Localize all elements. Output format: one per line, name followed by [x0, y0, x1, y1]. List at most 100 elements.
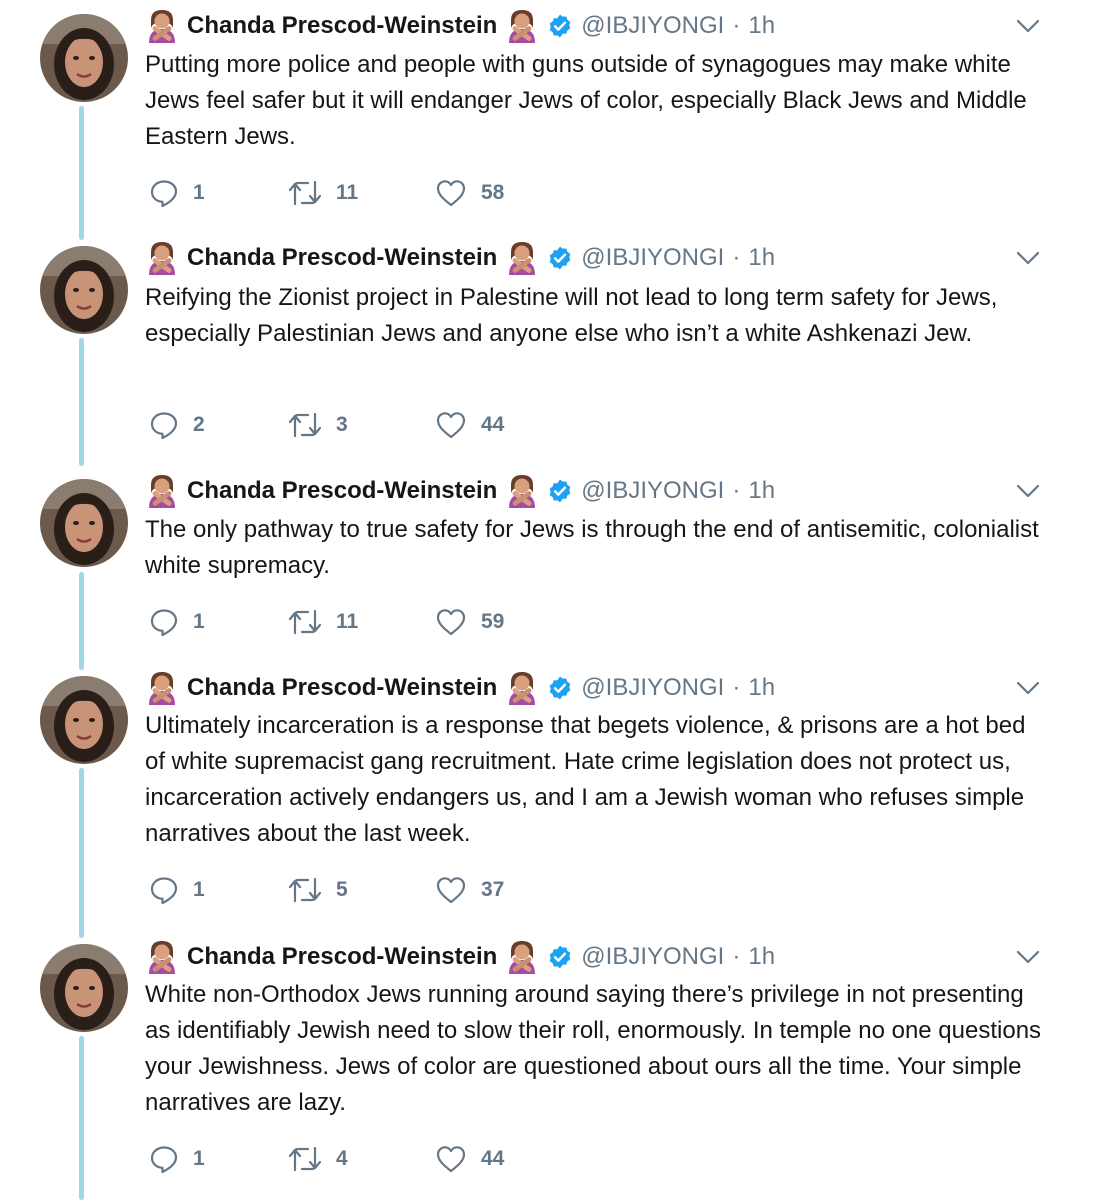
retweet-button[interactable]: 3 — [288, 405, 348, 445]
tweet-header: Chanda Prescod-Weinstein @IBJIYONGI · 1h — [145, 668, 775, 708]
reply-count: 2 — [193, 413, 205, 436]
author-name[interactable]: Chanda Prescod-Weinstein — [187, 244, 497, 272]
person-gesturing-no-emoji — [145, 474, 179, 508]
verified-badge-icon — [547, 944, 573, 970]
tweet-text: White non-Orthodox Jews running around s… — [145, 981, 1042, 1116]
reply-count: 1 — [193, 1147, 205, 1170]
tweet[interactable]: Chanda Prescod-Weinstein @IBJIYONGI · 1h… — [0, 0, 1096, 232]
like-button[interactable]: 44 — [435, 1139, 504, 1179]
tweet-header: Chanda Prescod-Weinstein @IBJIYONGI · 1h — [145, 238, 775, 278]
retweet-count: 11 — [336, 610, 359, 633]
avatar[interactable] — [40, 479, 128, 567]
reply-button[interactable]: 1 — [149, 870, 205, 910]
thread-connector-line — [79, 338, 84, 466]
avatar[interactable] — [40, 14, 128, 102]
tweet-text: The only pathway to true safety for Jews… — [145, 516, 1039, 579]
tweet[interactable]: Chanda Prescod-Weinstein @IBJIYONGI · 1h… — [0, 230, 1096, 466]
retweet-icon — [288, 607, 322, 637]
person-gesturing-no-emoji — [145, 940, 179, 974]
thread-connector-line — [79, 1036, 84, 1200]
reply-button[interactable]: 1 — [149, 602, 205, 642]
reply-count: 1 — [193, 610, 205, 633]
like-count: 37 — [481, 878, 505, 901]
tweet-text: Putting more police and people with guns… — [145, 51, 1027, 150]
tweet[interactable]: Chanda Prescod-Weinstein @IBJIYONGI · 1h… — [0, 660, 1096, 931]
tweet-header: Chanda Prescod-Weinstein @IBJIYONGI · 1h — [145, 6, 775, 46]
reply-icon — [149, 875, 179, 905]
timestamp[interactable]: 1h — [748, 244, 775, 272]
author-name[interactable]: Chanda Prescod-Weinstein — [187, 477, 497, 505]
person-gesturing-no-emoji — [505, 940, 539, 974]
person-gesturing-no-emoji — [505, 474, 539, 508]
reply-button[interactable]: 1 — [149, 173, 205, 213]
separator-dot: · — [732, 943, 741, 970]
retweet-button[interactable]: 4 — [288, 1139, 348, 1179]
author-handle[interactable]: @IBJIYONGI — [581, 943, 724, 971]
author-handle[interactable]: @IBJIYONGI — [581, 477, 724, 505]
retweet-count: 3 — [336, 413, 348, 436]
reply-count: 1 — [193, 878, 205, 901]
tweet[interactable]: Chanda Prescod-Weinstein @IBJIYONGI · 1h… — [0, 928, 1096, 1200]
retweet-count: 11 — [336, 181, 359, 204]
author-handle[interactable]: @IBJIYONGI — [581, 244, 724, 272]
author-handle[interactable]: @IBJIYONGI — [581, 674, 724, 702]
thread-connector-line — [79, 660, 84, 670]
retweet-icon — [288, 178, 322, 208]
reply-button[interactable]: 2 — [149, 405, 205, 445]
reply-icon — [149, 607, 179, 637]
chevron-down-icon[interactable] — [1014, 945, 1042, 969]
tweet[interactable]: Chanda Prescod-Weinstein @IBJIYONGI · 1h… — [0, 465, 1096, 663]
heart-icon — [435, 410, 467, 440]
tweet-text: Ultimately incarceration is a response t… — [145, 712, 1026, 847]
person-gesturing-no-emoji — [505, 9, 539, 43]
thread-connector-line — [79, 928, 84, 938]
retweet-button[interactable]: 11 — [288, 602, 358, 642]
author-name[interactable]: Chanda Prescod-Weinstein — [187, 943, 497, 971]
like-button[interactable]: 58 — [435, 173, 504, 213]
retweet-button[interactable]: 11 — [288, 173, 358, 213]
chevron-down-icon[interactable] — [1014, 14, 1042, 38]
reply-icon — [149, 1144, 179, 1174]
like-button[interactable]: 44 — [435, 405, 504, 445]
separator-dot: · — [732, 477, 741, 504]
heart-icon — [435, 875, 467, 905]
separator-dot: · — [732, 12, 741, 39]
thread-connector-line — [79, 572, 84, 663]
timestamp[interactable]: 1h — [748, 674, 775, 702]
separator-dot: · — [732, 674, 741, 701]
author-name[interactable]: Chanda Prescod-Weinstein — [187, 674, 497, 702]
heart-icon — [435, 607, 467, 637]
author-handle[interactable]: @IBJIYONGI — [581, 12, 724, 40]
like-button[interactable]: 37 — [435, 870, 504, 910]
retweet-count: 5 — [336, 878, 348, 901]
author-name[interactable]: Chanda Prescod-Weinstein — [187, 12, 497, 40]
timestamp[interactable]: 1h — [748, 943, 775, 971]
timestamp[interactable]: 1h — [748, 12, 775, 40]
timestamp[interactable]: 1h — [748, 477, 775, 505]
verified-badge-icon — [547, 478, 573, 504]
heart-icon — [435, 178, 467, 208]
avatar[interactable] — [40, 944, 128, 1032]
person-gesturing-no-emoji — [505, 671, 539, 705]
verified-badge-icon — [547, 675, 573, 701]
chevron-down-icon[interactable] — [1014, 246, 1042, 270]
tweet-header: Chanda Prescod-Weinstein @IBJIYONGI · 1h — [145, 471, 775, 511]
retweet-button[interactable]: 5 — [288, 870, 348, 910]
heart-icon — [435, 1144, 467, 1174]
chevron-down-icon[interactable] — [1014, 479, 1042, 503]
like-button[interactable]: 59 — [435, 602, 504, 642]
verified-badge-icon — [547, 13, 573, 39]
like-count: 44 — [481, 413, 505, 436]
person-gesturing-no-emoji — [145, 241, 179, 275]
thread-connector-line — [79, 106, 84, 232]
reply-count: 1 — [193, 181, 205, 204]
chevron-down-icon[interactable] — [1014, 676, 1042, 700]
person-gesturing-no-emoji — [505, 241, 539, 275]
tweet-header: Chanda Prescod-Weinstein @IBJIYONGI · 1h — [145, 937, 775, 977]
like-count: 59 — [481, 610, 505, 633]
avatar[interactable] — [40, 246, 128, 334]
separator-dot: · — [732, 244, 741, 271]
avatar[interactable] — [40, 676, 128, 764]
tweet-text: Reifying the Zionist project in Palestin… — [145, 284, 998, 347]
reply-button[interactable]: 1 — [149, 1139, 205, 1179]
